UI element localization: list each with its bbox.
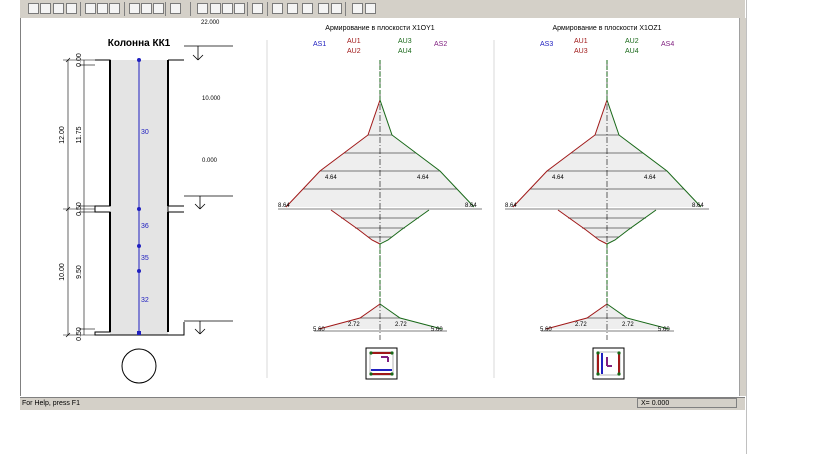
text-icon[interactable] (234, 3, 245, 14)
help-icon[interactable] (352, 3, 363, 14)
rebar-legend-label: AU3 (398, 38, 412, 45)
value-label: 4.64 (552, 175, 564, 181)
value-label: 8.64 (278, 203, 290, 209)
section-icon[interactable] (272, 3, 283, 14)
cut-icon[interactable] (85, 3, 96, 14)
rebar-legend-label: AU2 (625, 38, 639, 45)
rebar-legend-label: AS2 (434, 41, 447, 48)
value-label: 8.64 (505, 203, 517, 209)
level-marker-icon (184, 195, 233, 210)
check-icon[interactable] (252, 3, 263, 14)
cross-section-circle (121, 348, 157, 384)
save-all-icon[interactable] (66, 3, 77, 14)
rebar-legend-label: AS3 (540, 41, 553, 48)
toolbar-separator (80, 2, 81, 16)
vertical-scrollbar[interactable] (739, 18, 746, 396)
zoom-out-icon[interactable] (153, 3, 164, 14)
rebar-label: 30 (141, 129, 149, 136)
section-icon (365, 347, 398, 380)
tool-icon[interactable] (222, 3, 233, 14)
status-help-text: For Help, press F1 (22, 400, 80, 407)
rebar-label: 32 (141, 297, 149, 304)
dimension-label: 12.00 (59, 126, 66, 144)
rebar-label: 36 (141, 223, 149, 230)
diagram-x1oy1: Армирование в плоскости X1OY1 AS1 AU1 AU… (278, 25, 482, 380)
rebar-label: 35 (141, 255, 149, 262)
toolbar-separator (190, 2, 191, 16)
top-level-label: 22.000 (201, 20, 220, 26)
rebar-legend-label: AU1 (574, 38, 588, 45)
save-icon[interactable] (53, 3, 64, 14)
status-bar: For Help, press F1 X= 0.000 (20, 397, 745, 410)
tool-icon[interactable] (197, 3, 208, 14)
zoom-in-icon[interactable] (141, 3, 152, 14)
diagram-title: Армирование в плоскости X1OY1 (325, 25, 434, 32)
pencil-icon[interactable] (170, 3, 181, 14)
drawing-canvas[interactable]: Колонна КК1 22.000 30 36 35 32 12.00 10.… (20, 18, 741, 396)
rebar-legend-label: AS1 (313, 41, 326, 48)
chart-icon[interactable] (302, 3, 313, 14)
dimension-label: 0.00 (76, 53, 83, 67)
rebar-legend-label: AS4 (661, 41, 674, 48)
context-help-icon[interactable] (365, 3, 376, 14)
value-label: 5.60 (658, 327, 670, 333)
value-label: 2.72 (395, 322, 407, 328)
rebar-legend-label: AU4 (625, 48, 639, 55)
value-label: 8.64 (465, 203, 477, 209)
diagram-title: Армирование в плоскости X1OZ1 (553, 25, 662, 32)
value-label: 2.72 (622, 322, 634, 328)
dimension-label: 9.50 (76, 265, 83, 279)
value-label: 5.60 (431, 327, 443, 333)
value-label: 4.64 (417, 175, 429, 181)
diagram-x1oz1: Армирование в плоскости X1OZ1 AS3 AU1 AU… (505, 25, 709, 380)
open-icon[interactable] (40, 3, 51, 14)
value-label: 2.72 (575, 322, 587, 328)
toolbar-separator (124, 2, 125, 16)
dimension-label: 0.50 (76, 202, 83, 216)
dimension-label: 11.75 (76, 126, 83, 143)
value-label: 5.60 (313, 327, 325, 333)
page-icon[interactable] (287, 3, 298, 14)
mirror-icon[interactable] (318, 3, 329, 14)
toolbar-separator (267, 2, 268, 16)
paste-icon[interactable] (109, 3, 120, 14)
level-label: 10.000 (202, 96, 221, 102)
value-label: 4.64 (644, 175, 656, 181)
dimension-label: 10.00 (59, 263, 66, 281)
rebar-legend-label: AU1 (347, 38, 361, 45)
dimension-label: 0.50 (76, 327, 83, 341)
background-frame (746, 0, 840, 454)
rebar-legend-label: AU4 (398, 48, 412, 55)
toolbar-separator (247, 2, 248, 16)
copy-icon[interactable] (97, 3, 108, 14)
print-icon[interactable] (129, 3, 140, 14)
level-label: 0.000 (202, 158, 218, 164)
level-marker-icon (184, 320, 233, 335)
rebar-legend-label: AU3 (574, 48, 588, 55)
new-icon[interactable] (28, 3, 39, 14)
toolbar (20, 0, 745, 19)
dimension-lines (63, 57, 95, 338)
value-label: 8.64 (692, 203, 704, 209)
value-label: 5.60 (540, 327, 552, 333)
section-icon (592, 347, 625, 380)
toolbar-separator (345, 2, 346, 16)
status-coordinate: X= 0.000 (637, 398, 737, 408)
tool-icon[interactable] (210, 3, 221, 14)
toolbar-separator (165, 2, 166, 16)
rebar-legend-label: AU2 (347, 48, 361, 55)
level-marker-icon (184, 45, 233, 61)
column-title: Колонна КК1 (108, 38, 171, 49)
value-label: 2.72 (348, 322, 360, 328)
drawing-svg: Колонна КК1 22.000 30 36 35 32 12.00 10.… (59, 20, 709, 384)
value-label: 4.64 (325, 175, 337, 181)
list-icon[interactable] (331, 3, 342, 14)
